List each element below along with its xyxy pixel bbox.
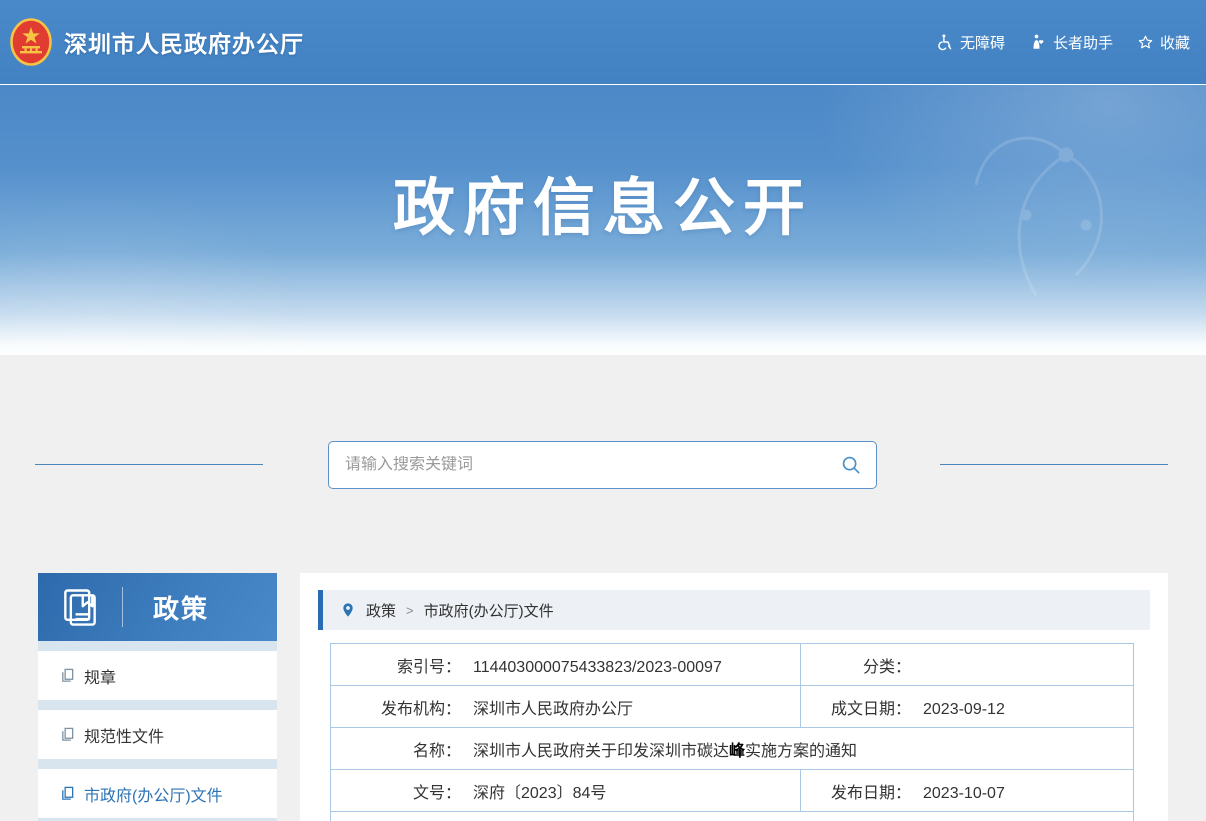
favorite-label: 收藏: [1160, 32, 1190, 53]
date-published-cell: 发布日期： 2023-10-07: [801, 770, 1134, 812]
search-input[interactable]: [345, 456, 840, 474]
category-cell: 分类：: [801, 644, 1134, 686]
pages-icon: [60, 727, 75, 742]
date-published-label: 发布日期：: [801, 779, 911, 803]
document-name-cell: 名称： 深圳市人民政府关于印发深圳市碳达峰实施方案的通知: [331, 728, 1134, 770]
issuing-agency-value: 深圳市人民政府办公厅: [473, 701, 633, 718]
sidebar-items: 规章 规范性文件 市政府(办公厅)文件: [38, 641, 277, 821]
table-row: 名称： 深圳市人民政府关于印发深圳市碳达峰实施方案的通知: [331, 728, 1134, 770]
site-title: 深圳市人民政府办公厅: [64, 25, 304, 59]
decorative-line-right: [940, 464, 1168, 465]
top-header-bar: 深圳市人民政府办公厅 无障碍 长者助手 收藏: [0, 0, 1206, 84]
document-number-label: 文号：: [331, 779, 461, 803]
document-name-suffix: 实施方案的通知: [745, 743, 857, 760]
star-icon: [1137, 34, 1154, 51]
table-row: 发布机构： 深圳市人民政府办公厅 成文日期： 2023-09-12: [331, 686, 1134, 728]
date-published-value: 2023-10-07: [923, 785, 1005, 802]
index-number-label: 索引号：: [331, 653, 461, 677]
content-area: 政策 规章 规范性文件: [0, 355, 1206, 821]
sidebar-item-label: 规章: [84, 664, 116, 688]
document-name-label: 名称：: [331, 737, 461, 761]
issuing-agency-cell: 发布机构： 深圳市人民政府办公厅: [331, 686, 801, 728]
sidebar-title: 政策: [153, 589, 209, 626]
breadcrumb-separator: >: [406, 603, 414, 618]
national-emblem-logo: [10, 18, 52, 66]
table-row: [331, 812, 1134, 821]
elder-assist-label: 长者助手: [1053, 32, 1113, 53]
top-utility-links: 无障碍 长者助手 收藏: [936, 32, 1190, 53]
date-written-value: 2023-09-12: [923, 701, 1005, 718]
elder-person-icon: [1029, 33, 1047, 51]
category-label: 分类：: [801, 653, 911, 677]
sidebar-header-divider: [122, 587, 123, 627]
accessibility-link[interactable]: 无障碍: [936, 32, 1005, 53]
location-pin-icon: [340, 602, 356, 618]
pages-icon: [60, 786, 75, 801]
elder-assist-link[interactable]: 长者助手: [1029, 32, 1113, 53]
document-number-cell: 文号： 深府〔2023〕84号: [331, 770, 801, 812]
sidebar-item-normative-documents[interactable]: 规范性文件: [38, 710, 277, 759]
document-number-value: 深府〔2023〕84号: [473, 785, 606, 802]
pages-icon: [60, 668, 75, 683]
banner: 政府信息公开: [0, 84, 1206, 355]
index-number-value: 114403000075433823/2023-00097: [473, 659, 722, 676]
sidebar-item-label: 市政府(办公厅)文件: [84, 782, 223, 806]
decorative-line-left: [35, 464, 263, 465]
search-box: [328, 441, 877, 489]
search-icon[interactable]: [840, 454, 862, 476]
sidebar: 政策 规章 规范性文件: [38, 573, 277, 821]
main-panel: 政策 > 市政府(办公厅)文件 索引号： 114403000075433823/2…: [300, 573, 1168, 821]
breadcrumb-item-policy[interactable]: 政策: [366, 600, 396, 621]
document-name-prefix: 深圳市人民政府关于印发深圳市碳达: [473, 743, 729, 760]
document-name-highlight: 峰: [729, 743, 745, 760]
page-title: 政府信息公开: [0, 157, 1206, 247]
date-written-cell: 成文日期： 2023-09-12: [801, 686, 1134, 728]
table-row: 文号： 深府〔2023〕84号 发布日期： 2023-10-07: [331, 770, 1134, 812]
accessibility-label: 无障碍: [960, 32, 1005, 53]
breadcrumb: 政策 > 市政府(办公厅)文件: [318, 590, 1150, 630]
table-row: 索引号： 114403000075433823/2023-00097 分类：: [331, 644, 1134, 686]
date-written-label: 成文日期：: [801, 695, 911, 719]
sidebar-header: 政策: [38, 573, 277, 641]
book-icon: [58, 585, 102, 629]
issuing-agency-label: 发布机构：: [331, 695, 461, 719]
index-number-cell: 索引号： 114403000075433823/2023-00097: [331, 644, 801, 686]
breadcrumb-item-current[interactable]: 市政府(办公厅)文件: [424, 600, 554, 621]
sidebar-item-regulations[interactable]: 规章: [38, 651, 277, 700]
wheelchair-icon: [936, 33, 954, 51]
next-row-partial: [331, 812, 1134, 821]
site-brand[interactable]: 深圳市人民政府办公厅: [10, 18, 304, 66]
sidebar-item-municipal-documents[interactable]: 市政府(办公厅)文件: [38, 769, 277, 818]
favorite-link[interactable]: 收藏: [1137, 32, 1190, 53]
document-info-table: 索引号： 114403000075433823/2023-00097 分类： 发布…: [330, 643, 1134, 821]
document-name-value: 深圳市人民政府关于印发深圳市碳达峰实施方案的通知: [473, 743, 857, 760]
sidebar-item-label: 规范性文件: [84, 723, 164, 747]
